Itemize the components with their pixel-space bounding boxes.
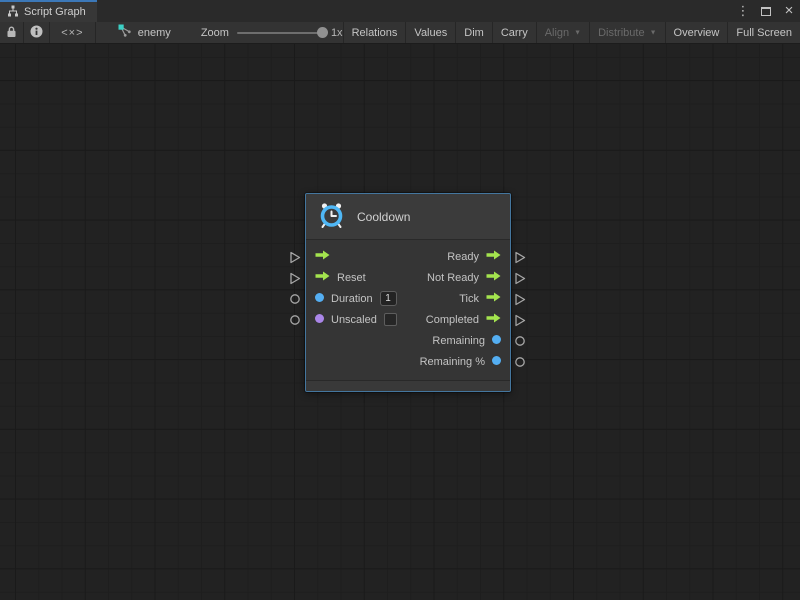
port-label: Remaining % <box>420 356 485 368</box>
graph-canvas[interactable]: Cooldown Ready <box>0 44 800 600</box>
port-label: Completed <box>426 314 479 326</box>
carry-button[interactable]: Carry <box>493 22 536 43</box>
values-button[interactable]: Values <box>406 22 455 43</box>
overview-button[interactable]: Overview <box>666 22 728 43</box>
node-footer <box>306 380 510 391</box>
flow-output-port green-arrow-icon[interactable] <box>486 271 501 284</box>
full-screen-button[interactable]: Full Screen <box>728 22 800 43</box>
chevron-down-icon: ▼ <box>574 30 581 37</box>
lock-icon <box>6 25 17 41</box>
window-controls: ⋮ × <box>736 0 796 22</box>
port-label: Not Ready <box>427 272 479 284</box>
duration-value-input[interactable]: 1 <box>380 291 397 306</box>
value-input-port purple-dot-icon[interactable] <box>315 314 324 326</box>
script-graph-window: Script Graph ⋮ × <box>0 0 800 600</box>
chevron-down-icon: ▼ <box>650 30 657 37</box>
tab-label: Script Graph <box>24 6 86 18</box>
kebab-menu-icon[interactable]: ⋮ <box>736 3 750 19</box>
distribute-button[interactable]: Distribute ▼ <box>590 22 664 43</box>
node-title: Cooldown <box>357 210 410 224</box>
external-flow-port-triangle[interactable] <box>513 250 527 264</box>
value-output-port blue-dot-icon[interactable] <box>492 335 501 347</box>
zoom-slider[interactable] <box>237 32 323 34</box>
unscaled-checkbox[interactable] <box>384 313 397 326</box>
port-row: Ready <box>306 246 510 267</box>
port-row: Duration 1 Tick <box>306 288 510 309</box>
port-label: Reset <box>337 272 366 284</box>
port-row: Reset Not Ready <box>306 267 510 288</box>
maximize-icon[interactable] <box>759 3 773 19</box>
external-flow-port-triangle[interactable] <box>513 313 527 327</box>
graph-reference[interactable]: enemy <box>114 22 175 43</box>
external-flow-port-triangle[interactable] <box>288 250 302 264</box>
zoom-value: 1x <box>331 27 343 39</box>
graph-asset-icon <box>118 24 132 41</box>
graph-toolbar: <×> enemy Zoom 1x Relations <box>0 22 800 44</box>
zoom-slider-handle[interactable] <box>317 27 328 38</box>
external-value-port-circle[interactable] <box>513 355 527 369</box>
port-label: Unscaled <box>331 314 377 326</box>
info-button[interactable] <box>24 22 49 43</box>
port-label: Ready <box>447 251 479 263</box>
tab-script-graph[interactable]: Script Graph <box>0 0 97 22</box>
external-flow-port-triangle[interactable] <box>288 271 302 285</box>
distribute-label: Distribute <box>598 27 644 39</box>
external-value-port-circle[interactable] <box>288 313 302 327</box>
port-row: Unscaled Completed <box>306 309 510 330</box>
node-cooldown[interactable]: Cooldown Ready <box>305 193 511 392</box>
dim-button[interactable]: Dim <box>456 22 492 43</box>
zoom-control: Zoom 1x <box>201 22 343 43</box>
port-label: Tick <box>459 293 479 305</box>
node-body: Ready Reset Not Ready <box>306 240 510 376</box>
align-label: Align <box>545 27 569 39</box>
relations-button[interactable]: Relations <box>344 22 406 43</box>
external-value-port-circle[interactable] <box>288 292 302 306</box>
code-view-icon: <×> <box>61 27 83 39</box>
flow-output-port green-arrow-icon[interactable] <box>486 292 501 305</box>
lock-button[interactable] <box>0 22 23 43</box>
flow-input-port green-arrow-icon[interactable] <box>315 250 330 263</box>
external-value-port-circle[interactable] <box>513 334 527 348</box>
external-flow-port-triangle[interactable] <box>513 292 527 306</box>
code-view-button[interactable]: <×> <box>50 22 95 43</box>
node-header[interactable]: Cooldown <box>306 194 510 240</box>
toolbar-separator <box>95 22 96 43</box>
alarm-clock-icon <box>318 202 345 232</box>
close-icon[interactable]: × <box>782 3 796 19</box>
tab-bar: Script Graph ⋮ × <box>0 0 800 22</box>
info-icon <box>30 25 43 41</box>
flow-input-port green-arrow-icon[interactable] <box>315 271 330 284</box>
port-label: Duration <box>331 293 373 305</box>
port-row: Remaining % <box>306 351 510 372</box>
port-row: Remaining <box>306 330 510 351</box>
value-input-port blue-dot-icon[interactable] <box>315 293 324 305</box>
port-label: Remaining <box>432 335 485 347</box>
value-output-port blue-dot-icon[interactable] <box>492 356 501 368</box>
flow-output-port green-arrow-icon[interactable] <box>486 313 501 326</box>
zoom-label: Zoom <box>201 27 229 39</box>
graph-name-label: enemy <box>138 27 171 39</box>
external-flow-port-triangle[interactable] <box>513 271 527 285</box>
align-button[interactable]: Align ▼ <box>537 22 589 43</box>
flow-output-port green-arrow-icon[interactable] <box>486 250 501 263</box>
script-graph-icon <box>7 5 19 20</box>
